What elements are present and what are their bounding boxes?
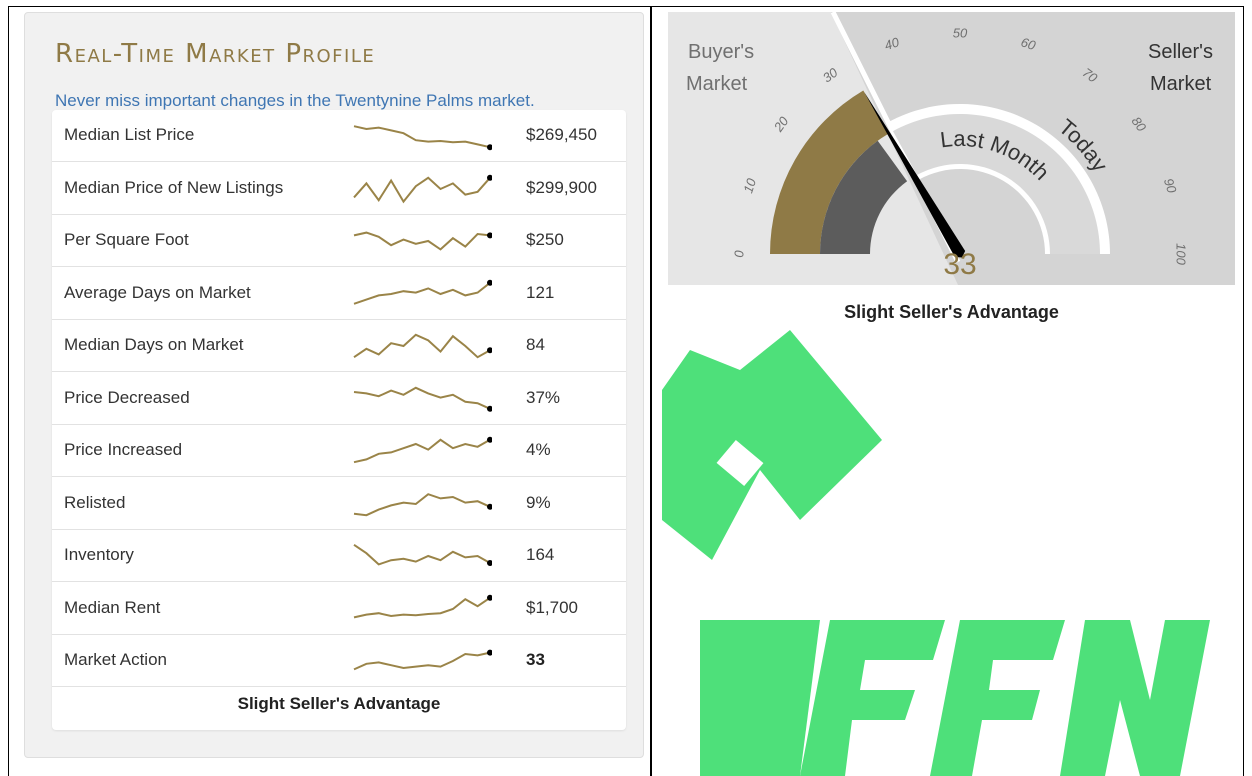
table-row: Inventory 164 [52, 530, 626, 582]
buyers-market-label-line2: Market [686, 73, 748, 95]
row-label: Median List Price [64, 125, 195, 144]
table-row: Relisted 9% [52, 478, 626, 530]
sparkline-line [353, 176, 491, 203]
row-value: 164 [526, 545, 555, 564]
table-row: Median Price of New Listings $299,900 [52, 163, 626, 215]
row-value: $250 [526, 230, 564, 249]
sparkline-endpoint [487, 232, 492, 239]
row-label: Median Price of New Listings [64, 177, 284, 197]
row-label: Median Days on Market [64, 335, 244, 354]
sparkline-line [353, 596, 491, 618]
table-row: Average Days on Market 121 [52, 268, 626, 320]
market-action-summary: Slight Seller's Advantage [237, 694, 441, 713]
table-row: Price Decreased 37% [52, 373, 626, 425]
row-label: Average Days on Market [64, 282, 251, 302]
panel-subtitle: Never miss important changes in the Twen… [55, 91, 535, 110]
sparkline [353, 279, 492, 305]
gauge-caption: Slight Seller's Advantage [844, 302, 1059, 322]
row-value: 9% [526, 492, 551, 512]
row-label: Market Action [64, 650, 167, 669]
row-value: $1,700 [526, 597, 578, 617]
sparkline-endpoint [487, 649, 492, 656]
market-action-gauge: Buyer's Market Seller's Market 010203040… [668, 12, 1235, 285]
sparkline-line [353, 543, 491, 566]
table-row: Median Rent $1,700 [52, 583, 626, 635]
sparkline-line [353, 333, 491, 359]
sparkline [353, 125, 492, 151]
sparkline [353, 492, 492, 516]
row-value: $269,450 [526, 125, 597, 144]
market-stats-table: Median List Price $269,450 Median Price of… [52, 110, 626, 730]
sparkline [353, 436, 492, 464]
table-row: Market Action 33 [52, 635, 626, 687]
row-value: 37% [526, 387, 561, 407]
sparkline [353, 174, 492, 203]
sellers-market-label-line1: Seller's [1148, 41, 1213, 63]
sparkline [353, 333, 492, 359]
sparkline-line [353, 492, 491, 516]
row-value: 4% [526, 440, 551, 459]
sparkline-endpoint [487, 144, 492, 151]
sparkline-line [353, 231, 491, 251]
table-row: Per Square Foot $250 [52, 215, 626, 267]
row-value: 121 [526, 282, 555, 302]
panel-title: Real-Time Market Profile [55, 39, 376, 69]
table-row: Median Days on Market 84 [52, 320, 626, 372]
gauge-tick-label: 100 [1174, 243, 1189, 265]
sparkline-line [353, 281, 491, 305]
row-label: Inventory [64, 545, 134, 564]
sparkline [353, 594, 492, 618]
sparkline-line [353, 386, 491, 410]
row-value: 33 [526, 650, 545, 669]
sparkline [353, 231, 492, 251]
row-label: Relisted [64, 492, 126, 512]
row-label: Median Rent [64, 597, 161, 617]
sparkline-line [353, 125, 491, 149]
gauge-tick-label: 0 [731, 250, 746, 258]
column-divider [650, 6, 652, 776]
table-row: Price Increased 4% [52, 425, 626, 477]
row-label: Price Decreased [64, 387, 190, 407]
row-value: $299,900 [526, 177, 597, 197]
row-label: Price Increased [64, 440, 183, 459]
buyers-market-label-line1: Buyer's [688, 41, 754, 63]
gauge-tick-label: 50 [953, 25, 968, 40]
sparkline [353, 386, 492, 412]
row-label: Per Square Foot [64, 230, 189, 249]
row-value: 84 [526, 335, 545, 354]
sparkline-line [353, 438, 491, 464]
sparkline-line [353, 651, 491, 671]
sellers-market-label-line2: Market [1150, 73, 1212, 95]
sparkline [353, 649, 492, 671]
gauge-value: 33 [943, 248, 976, 281]
sparkline [353, 543, 492, 566]
table-row: Median List Price $269,450 [52, 110, 626, 162]
